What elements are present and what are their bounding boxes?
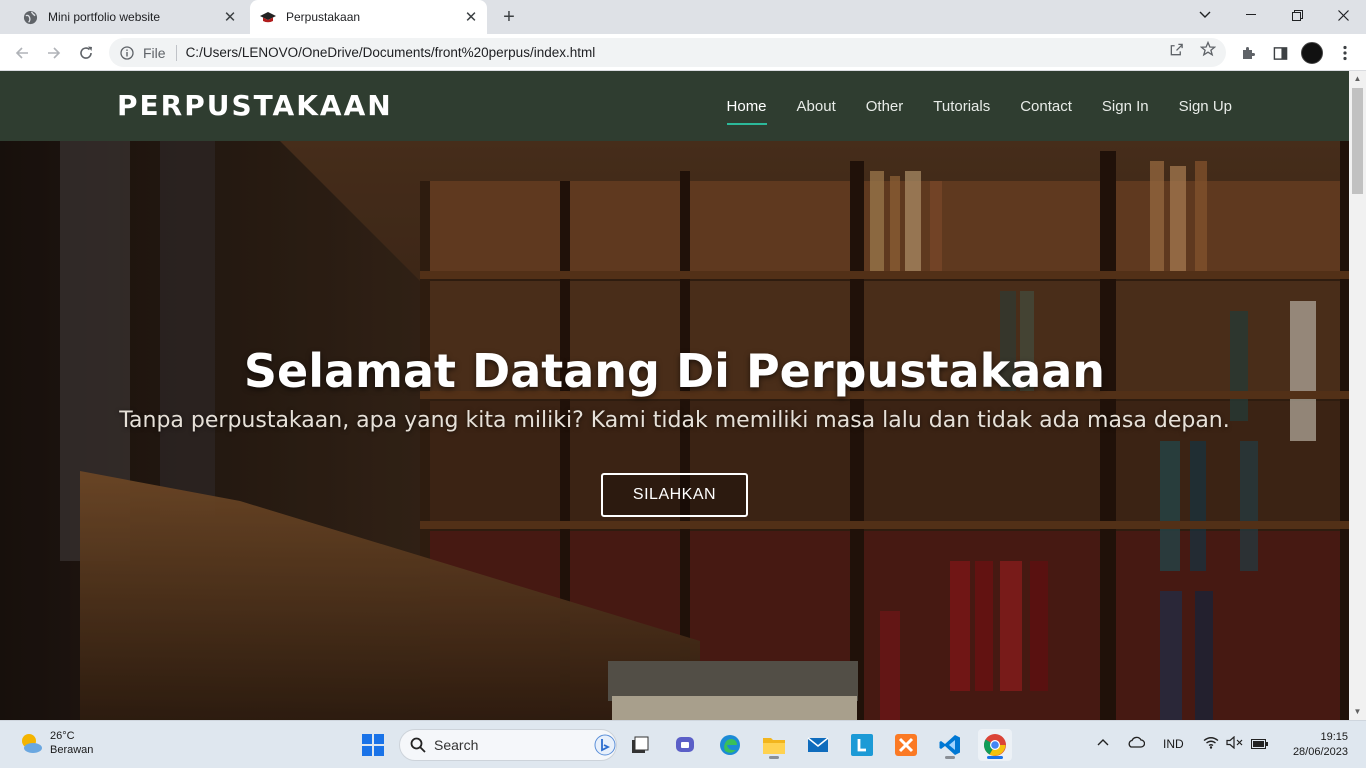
url-text[interactable]: C:/Users/LENOVO/OneDrive/Documents/front… <box>186 45 596 60</box>
task-view-icon[interactable] <box>624 729 656 761</box>
nav-about[interactable]: About <box>797 98 836 123</box>
clock-date: 28/06/2023 <box>1292 746 1348 758</box>
tab-perpustakaan[interactable]: Perpustakaan ✕ <box>250 0 487 34</box>
partly-cloudy-icon <box>22 734 42 753</box>
close-tab-icon[interactable]: ✕ <box>220 7 240 27</box>
nav-home[interactable]: Home <box>726 98 767 125</box>
teams-chat-icon[interactable] <box>669 729 701 761</box>
weather-temperature: 26°C <box>50 730 75 742</box>
address-bar[interactable]: File C:/Users/LENOVO/OneDrive/Documents/… <box>109 38 1226 67</box>
running-indicator <box>945 756 955 759</box>
hero-subtitle: Tanpa perpustakaan, apa yang kita miliki… <box>119 408 1230 433</box>
clock-time: 19:15 <box>1320 731 1348 743</box>
scroll-down-arrow-icon[interactable]: ▼ <box>1353 707 1362 716</box>
close-window-icon[interactable] <box>1320 0 1366 30</box>
extensions-icon[interactable] <box>1235 40 1261 66</box>
browser-toolbar: File C:/Users/LENOVO/OneDrive/Documents/… <box>0 34 1366 71</box>
nav-sign-up[interactable]: Sign Up <box>1179 98 1232 123</box>
edge-browser-icon[interactable] <box>714 729 746 761</box>
nav-sign-in[interactable]: Sign In <box>1102 98 1149 123</box>
tab-search-chevron-icon[interactable] <box>1182 0 1228 30</box>
show-hidden-icons-chevron-icon[interactable] <box>1097 735 1109 749</box>
site-navbar: PERPUSTAKAAN Home About Other Tutorials … <box>0 71 1349 141</box>
tab-mini-portfolio[interactable]: Mini portfolio website ✕ <box>8 0 246 34</box>
xampp-icon[interactable] <box>890 729 922 761</box>
wifi-icon[interactable] <box>1203 736 1219 752</box>
profile-avatar[interactable] <box>1301 42 1323 64</box>
nav-other[interactable]: Other <box>866 98 904 123</box>
scroll-thumb[interactable] <box>1352 88 1363 194</box>
file-explorer-icon[interactable] <box>758 729 790 761</box>
bookmark-star-icon[interactable] <box>1199 40 1217 58</box>
volume-muted-icon[interactable] <box>1226 735 1244 752</box>
share-icon[interactable] <box>1167 40 1185 58</box>
onedrive-cloud-icon[interactable] <box>1127 736 1146 751</box>
bing-icon <box>594 734 616 756</box>
site-brand[interactable]: PERPUSTAKAAN <box>117 89 393 122</box>
search-icon <box>410 737 426 753</box>
windows-taskbar: 26°C Berawan Search IND 19:15 28/06/2023 <box>0 720 1366 768</box>
new-tab-icon[interactable]: + <box>497 5 521 29</box>
nav-contact[interactable]: Contact <box>1020 98 1072 123</box>
globe-icon <box>22 9 38 25</box>
restore-icon[interactable] <box>1274 0 1320 30</box>
tab-strip: Mini portfolio website ✕ Perpustakaan ✕ … <box>0 0 1366 34</box>
main-nav: Home About Other Tutorials Contact Sign … <box>697 98 1232 125</box>
back-icon[interactable] <box>9 40 35 66</box>
address-divider <box>175 44 177 61</box>
windows-start-icon[interactable] <box>357 729 389 761</box>
battery-icon[interactable] <box>1251 738 1269 752</box>
minimize-icon[interactable] <box>1228 0 1274 30</box>
nav-tutorials[interactable]: Tutorials <box>933 98 990 123</box>
page-viewport: PERPUSTAKAAN Home About Other Tutorials … <box>0 71 1349 720</box>
reload-icon[interactable] <box>73 40 99 66</box>
search-label: Search <box>434 737 479 753</box>
forward-icon[interactable] <box>41 40 67 66</box>
scroll-up-arrow-icon[interactable]: ▲ <box>1353 74 1362 83</box>
chrome-icon[interactable] <box>978 729 1012 761</box>
close-tab-icon[interactable]: ✕ <box>461 7 481 27</box>
silahkan-button[interactable]: SILAHKAN <box>601 473 748 517</box>
lightshot-l-icon[interactable] <box>846 729 878 761</box>
tab-title: Mini portfolio website <box>48 10 161 24</box>
running-indicator <box>769 756 779 759</box>
vscode-icon[interactable] <box>934 729 966 761</box>
mail-icon[interactable] <box>802 729 834 761</box>
weather-widget[interactable]: 26°C Berawan <box>18 729 93 757</box>
menu-kebab-icon[interactable] <box>1332 40 1358 66</box>
hero-title: Selamat Datang Di Perpustakaan <box>243 344 1106 398</box>
taskbar-search[interactable]: Search <box>399 729 617 761</box>
tab-title: Perpustakaan <box>286 10 361 24</box>
side-panel-icon[interactable] <box>1267 40 1293 66</box>
system-clock[interactable]: 19:15 28/06/2023 <box>1284 730 1348 760</box>
weather-condition: Berawan <box>50 744 94 756</box>
language-indicator[interactable]: IND <box>1163 737 1184 751</box>
page-scrollbar[interactable]: ▲ ▼ <box>1349 71 1366 720</box>
site-info-icon[interactable] <box>119 45 135 61</box>
running-indicator-active <box>987 756 1003 759</box>
graduation-cap-icon <box>260 9 276 25</box>
file-scheme-chip: File <box>143 44 166 61</box>
